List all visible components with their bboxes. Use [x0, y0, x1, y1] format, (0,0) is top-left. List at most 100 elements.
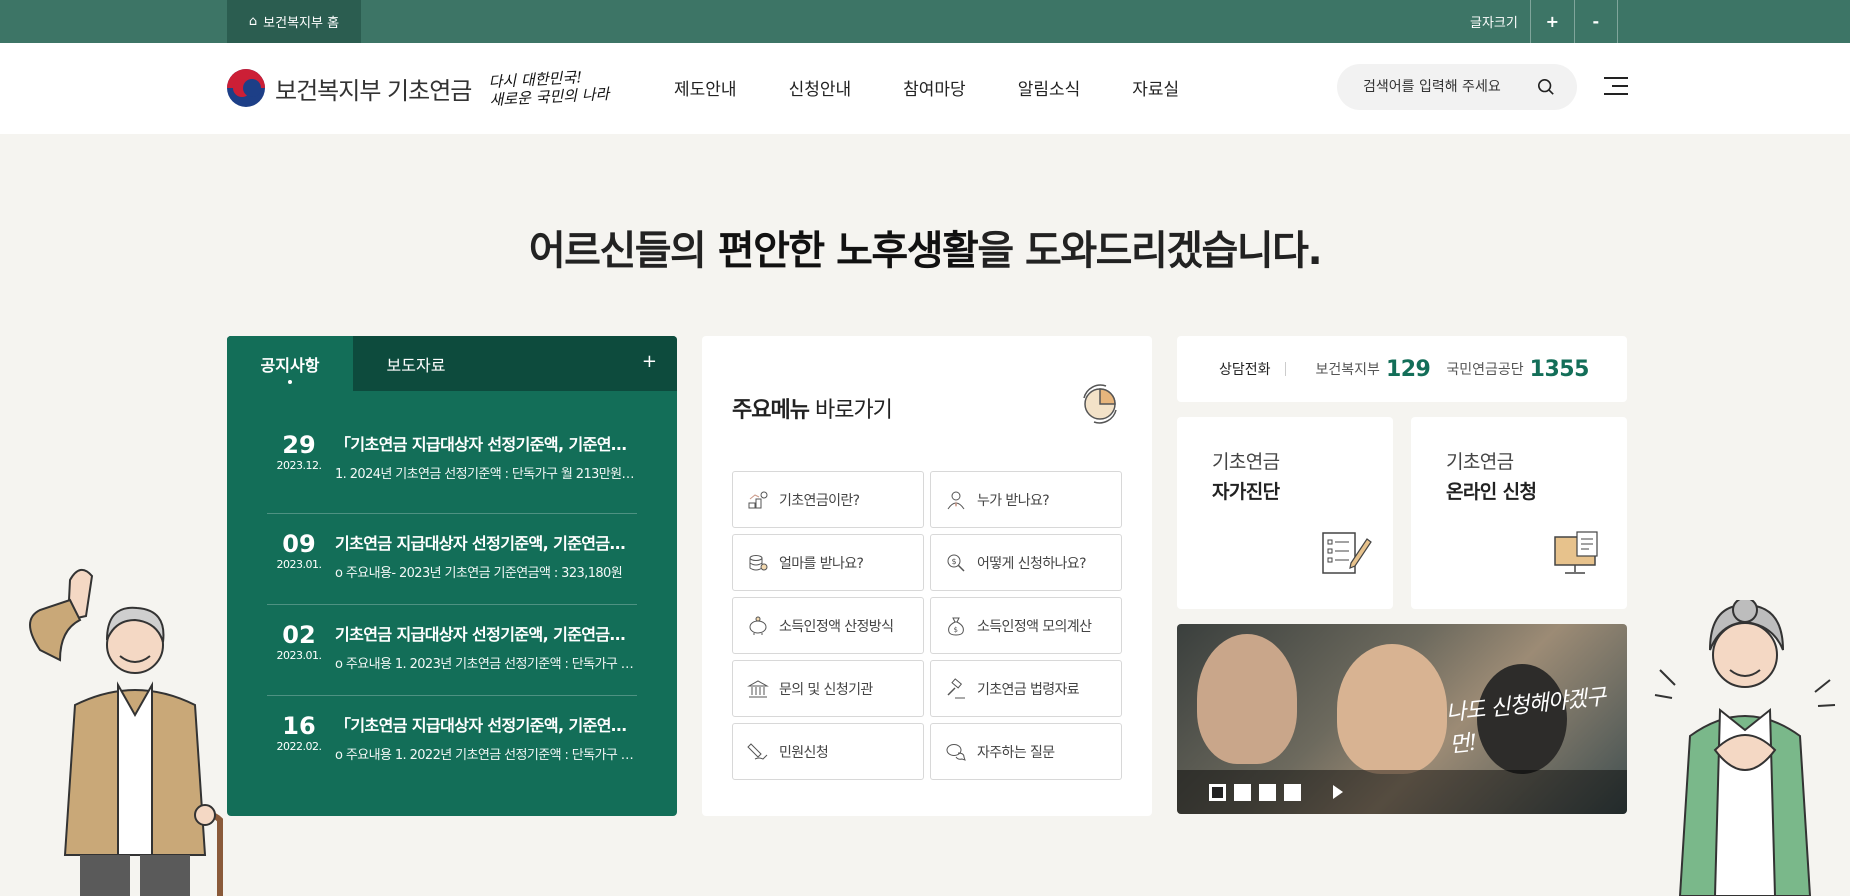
nav-item-system-guide[interactable]: 제도안내 — [674, 75, 737, 100]
nav-item-archive[interactable]: 자료실 — [1132, 75, 1179, 100]
nps-phone-number[interactable]: 1355 — [1530, 357, 1590, 382]
ministry-home-link[interactable]: ⌂ 보건복지부 홈 — [227, 0, 361, 43]
notice-day: 09 — [282, 530, 316, 558]
quick-item-label: 기초연금 법령자료 — [977, 681, 1080, 698]
quick-item-label: 민원신청 — [779, 744, 829, 761]
elderly-man-illustration — [29, 569, 223, 896]
government-slogan: 다시 대한민국! 새로운 국민의 나라 — [488, 67, 610, 109]
banner-photo-person — [1337, 644, 1447, 774]
ministry-phone-number[interactable]: 129 — [1386, 357, 1431, 382]
nav-item-news[interactable]: 알림소식 — [1018, 75, 1081, 100]
nps-org-label: 국민연금공단 — [1446, 362, 1524, 378]
notice-more-button[interactable]: + — [642, 351, 657, 372]
quick-item-legal-materials[interactable]: 기초연금 법령자료 — [930, 660, 1122, 717]
quick-item-label: 누가 받나요? — [977, 492, 1050, 509]
quick-item-how-to-apply[interactable]: $ 어떻게 신청하나요? — [930, 534, 1122, 591]
quick-item-how-much[interactable]: 얼마를 받나요? — [732, 534, 924, 591]
carousel-indicator-1[interactable] — [1209, 783, 1226, 801]
tab-press-releases[interactable]: 보도자료 — [353, 336, 479, 391]
card-title: 자가진단 — [1212, 481, 1280, 503]
quick-menu-title: 주요메뉴 바로가기 — [732, 392, 893, 424]
notice-summary: o 주요내용 1. 2023년 기초연금 선정기준액 : 단독가구 월 202만… — [335, 657, 637, 672]
online-application-card[interactable]: 기초연금 온라인 신청 — [1411, 417, 1627, 609]
headline-emphasis: 편안한 노후생활 — [717, 228, 979, 274]
quick-item-income-calculation-method[interactable]: 소득인정액 산정방식 — [732, 597, 924, 654]
notice-title[interactable]: 「기초연금 지급대상자 선정기준액, 기준연금액 및 국민연금 급여액등 기준액… — [335, 712, 637, 736]
font-size-controls: 글자크기 + - — [1470, 0, 1618, 43]
font-size-label: 글자크기 — [1470, 16, 1518, 31]
headline-part-2: 을 도와드리겠습니다. — [977, 228, 1322, 274]
font-size-increase-button[interactable]: + — [1529, 0, 1574, 43]
quick-item-civil-petition[interactable]: 민원신청 — [732, 723, 924, 780]
computer-document-icon — [1554, 531, 1598, 574]
pen-hand-icon — [747, 742, 768, 760]
quick-item-label: 얼마를 받나요? — [779, 555, 864, 572]
quick-item-label: 소득인정액 모의계산 — [977, 618, 1092, 635]
search-box — [1337, 64, 1577, 110]
notice-date: 09 2023.01. — [267, 530, 331, 571]
carousel-controls — [1177, 770, 1627, 814]
divider — [1284, 362, 1286, 376]
notice-title[interactable]: 「기초연금 지급대상자 선정기준액, 기준연금액 및 국민연금 급여액등 기준액… — [335, 431, 637, 455]
search-coin-icon: $ — [947, 554, 965, 572]
pie-chart-cycle-icon — [1083, 384, 1117, 424]
notice-day: 02 — [282, 621, 316, 649]
carousel-indicator-4[interactable] — [1284, 783, 1301, 801]
carousel-indicator-3[interactable] — [1259, 783, 1276, 801]
coins-growth-icon — [748, 491, 768, 508]
ministry-org-label: 보건복지부 — [1315, 362, 1380, 378]
institution-icon — [747, 679, 769, 697]
quick-item-label: 어떻게 신청하나요? — [977, 555, 1087, 572]
notice-date: 29 2023.12. — [267, 431, 331, 472]
quick-item-inquiry-institutions[interactable]: 문의 및 신청기관 — [732, 660, 924, 717]
gavel-icon — [947, 677, 965, 698]
notice-item[interactable]: 09 2023.01. 기초연금 지급대상자 선정기준액, 기준연금액 및 국민… — [267, 514, 637, 605]
font-size-decrease-button[interactable]: - — [1573, 0, 1618, 43]
ministry-home-label: 보건복지부 홈 — [263, 16, 340, 31]
notice-title[interactable]: 기초연금 지급대상자 선정기준액, 기준연금액 및 국민연금 급여액등 기준액 … — [335, 530, 637, 554]
notice-date: 02 2023.01. — [267, 621, 331, 662]
hamburger-menu-icon[interactable] — [1604, 77, 1628, 97]
quick-item-income-simulation[interactable]: $ 소득인정액 모의계산 — [930, 597, 1122, 654]
card-subtitle: 기초연금 — [1212, 451, 1280, 473]
site-header: 보건복지부 기초연금 다시 대한민국! 새로운 국민의 나라 제도안내 신청안내… — [0, 43, 1850, 134]
notice-summary: o 주요내용- 2023년 기초연금 기준연금액 : 323,180원 — [335, 566, 623, 581]
notice-item[interactable]: 16 2022.02. 「기초연금 지급대상자 선정기준액, 기준연금액 및 국… — [267, 696, 638, 787]
quick-item-label: 문의 및 신청기관 — [779, 681, 873, 698]
consultation-label: 상담전화 — [1219, 362, 1271, 378]
self-diagnosis-card[interactable]: 기초연금 자가진단 — [1177, 417, 1393, 609]
chat-bubble-icon — [946, 743, 966, 761]
svg-text:$: $ — [954, 626, 958, 634]
play-icon[interactable] — [1333, 785, 1343, 799]
elderly-woman-illustration — [1654, 600, 1836, 896]
checklist-pen-icon — [1322, 532, 1372, 574]
site-logo[interactable]: 보건복지부 기초연금 다시 대한민국! 새로운 국민의 나라 — [227, 67, 610, 109]
card-subtitle: 기초연금 — [1446, 451, 1514, 473]
promo-banner-carousel[interactable]: 나도 신청해야겠구먼! — [1177, 624, 1627, 814]
search-input[interactable] — [1363, 79, 1523, 95]
card-title: 온라인 신청 — [1446, 481, 1537, 503]
quick-menu-panel: 주요메뉴 바로가기 기초연금이란? 누가 받나요? 얼마를 받나요? $ 어떻게… — [702, 336, 1152, 816]
search-icon[interactable] — [1537, 78, 1555, 96]
headline-part-1: 어르신들의 — [528, 228, 718, 274]
piggy-bank-icon — [749, 616, 767, 635]
banner-photo-person — [1197, 634, 1297, 764]
notice-item[interactable]: 02 2023.01. 기초연금 지급대상자 선정기준액, 기준연금액 및 국민… — [267, 605, 637, 696]
tab-notices[interactable]: 공지사항 — [227, 336, 353, 391]
home-icon: ⌂ — [248, 14, 258, 29]
carousel-indicator-2[interactable] — [1234, 783, 1251, 801]
nav-item-application-guide[interactable]: 신청안내 — [789, 75, 852, 100]
notice-item[interactable]: 29 2023.12. 「기초연금 지급대상자 선정기준액, 기준연금액 및 국… — [267, 423, 637, 514]
banner-caption: 나도 신청해야겠구먼! — [1444, 684, 1607, 759]
quick-menu-title-rest: 바로가기 — [808, 398, 893, 423]
nav-item-participation[interactable]: 참여마당 — [903, 75, 966, 100]
quick-item-faq[interactable]: 자주하는 질문 — [930, 723, 1122, 780]
notice-year-month: 2023.01. — [276, 558, 322, 571]
notice-year-month: 2022.02. — [276, 740, 322, 753]
notice-title[interactable]: 기초연금 지급대상자 선정기준액, 기준연금액 및 국민연금 급여액등 기준액 … — [335, 621, 637, 645]
notice-day: 29 — [282, 431, 316, 459]
quick-item-what-is-pension[interactable]: 기초연금이란? — [732, 471, 924, 528]
quick-item-who-receives[interactable]: 누가 받나요? — [930, 471, 1122, 528]
svg-text:$: $ — [952, 557, 957, 566]
notice-year-month: 2023.01. — [276, 649, 322, 662]
